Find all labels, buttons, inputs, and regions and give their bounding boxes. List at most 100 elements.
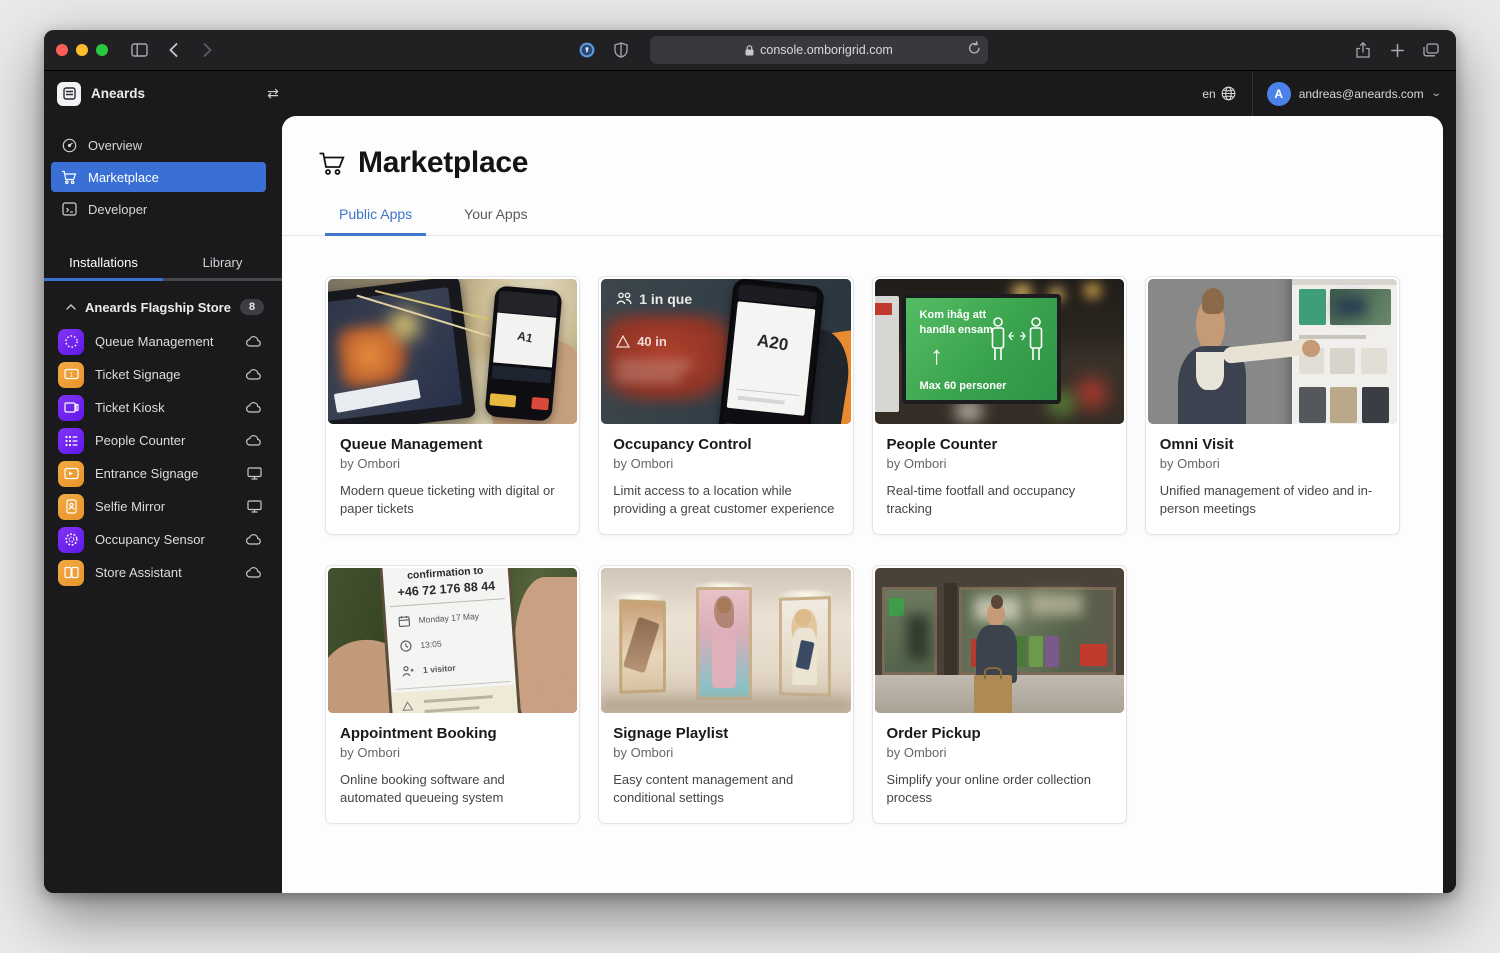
minimize-window-button[interactable] — [76, 44, 88, 56]
card-author: by Ombori — [887, 745, 1112, 760]
card-thumbnail — [601, 568, 850, 713]
ticket-number: A1 — [495, 324, 556, 351]
card-occupancy-control[interactable]: 1 in que 40 in — [598, 276, 853, 535]
ticket-kiosk-icon — [58, 395, 84, 421]
card-thumbnail: Kom ihåg att handla ensam ↑ Max 60 perso… — [875, 279, 1124, 424]
new-tab-icon[interactable] — [1384, 37, 1410, 63]
language-code: en — [1202, 87, 1215, 101]
card-thumbnail — [1148, 279, 1397, 424]
cloud-icon — [246, 435, 262, 446]
entrance-signage-icon — [58, 461, 84, 487]
sidebar-toggle-icon[interactable] — [126, 37, 152, 63]
language-selector[interactable]: en — [1202, 86, 1251, 101]
zoom-window-button[interactable] — [96, 44, 108, 56]
booking-time: 13:05 — [420, 639, 442, 650]
chevron-up-icon — [66, 304, 76, 310]
installation-people-counter[interactable]: People Counter — [44, 424, 282, 457]
card-queue-management[interactable]: A1 Queue Management — [325, 276, 580, 535]
chevron-down-icon: ⌄ — [1430, 88, 1442, 99]
monitor-icon — [247, 467, 262, 480]
up-arrow: ↑ — [930, 340, 943, 371]
org-name: Aneards — [91, 86, 145, 101]
card-description: Simplify your online order collection pr… — [887, 771, 1112, 808]
cloud-icon — [246, 534, 262, 545]
card-description: Real-time footfall and occupancy trackin… — [887, 482, 1112, 519]
phone-mockup: confirmation to +46 72 176 88 44 Monday … — [379, 568, 521, 713]
reload-icon[interactable] — [968, 41, 981, 58]
signage-screen-center — [696, 587, 752, 700]
installation-ticket-signage[interactable]: 1 Ticket Signage — [44, 358, 282, 391]
card-author: by Ombori — [613, 745, 838, 760]
tab-overview-icon[interactable] — [1418, 37, 1444, 63]
org-logo-icon — [57, 82, 81, 106]
installation-occupancy-sensor[interactable]: Occupancy Sensor — [44, 523, 282, 556]
card-order-pickup[interactable]: Order Pickup by Ombori Simplify your onl… — [872, 565, 1127, 824]
card-people-counter[interactable]: Kom ihåg att handla ensam ↑ Max 60 perso… — [872, 276, 1127, 535]
ticket-signage-icon: 1 — [58, 362, 84, 388]
card-author: by Ombori — [613, 456, 838, 471]
avatar: A — [1267, 82, 1291, 106]
sidebar-item-developer[interactable]: Developer — [51, 194, 266, 224]
card-omni-visit[interactable]: Omni Visit by Ombori Unified management … — [1145, 276, 1400, 535]
card-author: by Ombori — [887, 456, 1112, 471]
shield-extension-icon[interactable] — [608, 37, 634, 63]
card-appointment-booking[interactable]: confirmation to +46 72 176 88 44 Monday … — [325, 565, 580, 824]
signage-subtext: Max 60 personer — [920, 380, 1007, 392]
card-title: Occupancy Control — [613, 436, 838, 453]
glass-door — [882, 587, 937, 675]
browser-toolbar: console.omborigrid.com — [44, 30, 1456, 71]
password-extension-icon[interactable] — [574, 37, 600, 63]
sidebar-item-marketplace[interactable]: Marketplace — [51, 162, 266, 192]
card-title: Omni Visit — [1160, 436, 1385, 453]
signage-screen-left — [619, 599, 666, 694]
share-icon[interactable] — [1350, 37, 1376, 63]
collapse-sidebar-icon[interactable]: ⇄ — [258, 85, 288, 102]
window-controls — [56, 44, 108, 56]
warning-icon — [616, 335, 630, 348]
card-author: by Ombori — [340, 456, 565, 471]
tab-library[interactable]: Library — [163, 246, 282, 281]
selfie-mirror-icon — [58, 494, 84, 520]
card-description: Online booking software and automated qu… — [340, 771, 565, 808]
installation-store-assistant[interactable]: Store Assistant — [44, 556, 282, 589]
sidebar-item-label: Overview — [88, 138, 142, 153]
green-signage-screen: Kom ihåg att handla ensam ↑ Max 60 perso… — [902, 294, 1062, 404]
close-window-button[interactable] — [56, 44, 68, 56]
cloud-icon — [246, 369, 262, 380]
forward-icon[interactable] — [194, 37, 220, 63]
card-thumbnail — [875, 568, 1124, 713]
card-title: Signage Playlist — [613, 725, 838, 742]
distancing-figures-icon — [986, 314, 1048, 376]
installation-queue-management[interactable]: Queue Management — [44, 325, 282, 358]
app-card-grid: A1 Queue Management — [325, 276, 1400, 824]
lock-icon — [745, 45, 754, 56]
booking-visitors: 1 visitor — [423, 663, 456, 675]
account-menu[interactable]: A andreas@aneards.com ⌄ — [1253, 82, 1456, 106]
card-title: Queue Management — [340, 436, 565, 453]
marketplace-tabs: Public Apps Your Apps — [325, 206, 1443, 236]
card-description: Unified management of video and in-perso… — [1160, 482, 1385, 519]
address-bar[interactable]: console.omborigrid.com — [650, 36, 988, 64]
signage-heading-line1: Kom ihåg att — [920, 308, 993, 323]
paper-bag — [974, 675, 1011, 713]
sidebar-item-overview[interactable]: Overview — [51, 130, 266, 160]
installation-entrance-signage[interactable]: Entrance Signage — [44, 457, 282, 490]
card-signage-playlist[interactable]: Signage Playlist by Ombori Easy content … — [598, 565, 853, 824]
card-thumbnail: A1 — [328, 279, 577, 424]
tab-your-apps[interactable]: Your Apps — [450, 206, 541, 236]
store-assistant-icon — [58, 560, 84, 586]
installation-ticket-kiosk[interactable]: Ticket Kiosk — [44, 391, 282, 424]
back-icon[interactable] — [160, 37, 186, 63]
cloud-icon — [246, 567, 262, 578]
warning-icon — [402, 701, 414, 712]
cloud-icon — [246, 402, 262, 413]
installation-selfie-mirror[interactable]: Selfie Mirror — [44, 490, 282, 523]
tablet-mockup — [328, 279, 476, 424]
card-description: Easy content management and conditional … — [613, 771, 838, 808]
tab-installations[interactable]: Installations — [44, 246, 163, 281]
store-logo — [875, 303, 892, 315]
store-group-header[interactable]: Aneards Flagship Store 8 — [66, 299, 264, 315]
tab-public-apps[interactable]: Public Apps — [325, 206, 426, 236]
org-switcher[interactable]: Aneards ⇄ — [44, 82, 282, 106]
empty-grid-cell — [1145, 565, 1400, 824]
